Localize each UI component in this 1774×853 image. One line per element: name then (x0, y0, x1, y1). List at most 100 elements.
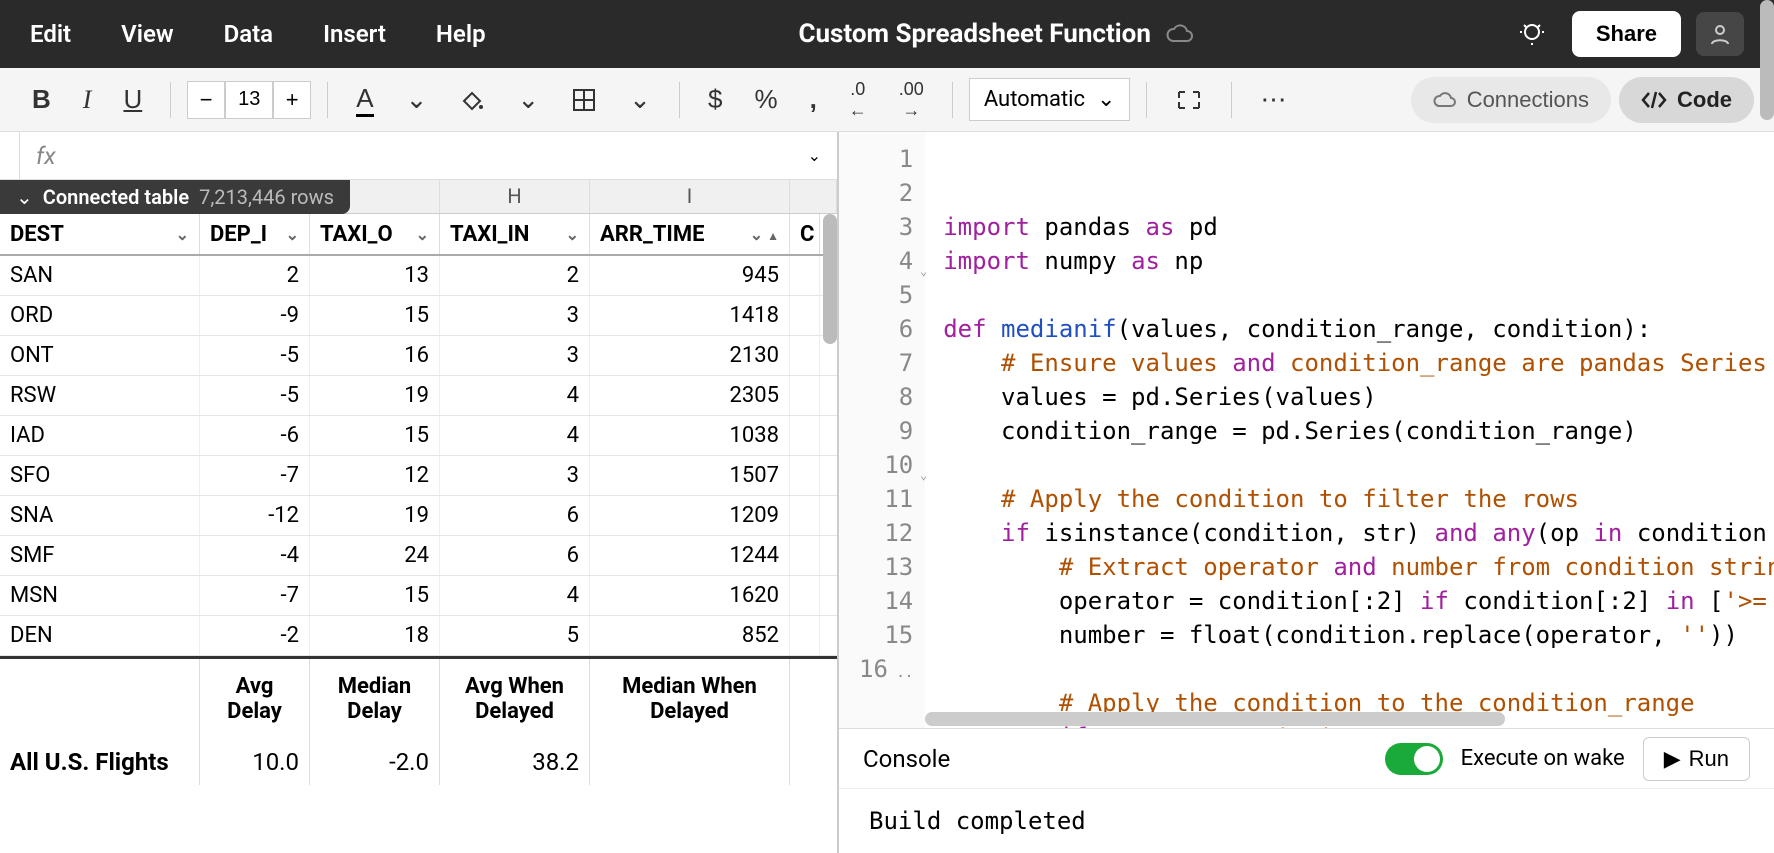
cell-taxi-out[interactable]: 19 (310, 376, 440, 415)
share-button[interactable]: Share (1572, 11, 1681, 57)
cell-dep[interactable]: -9 (200, 296, 310, 335)
cell-dest[interactable]: ORD (0, 296, 200, 335)
table-row[interactable]: SNA-121961209 (0, 496, 837, 536)
horizontal-scrollbar[interactable] (925, 712, 1505, 726)
table-row[interactable]: RSW-51942305 (0, 376, 837, 416)
cell-dep[interactable]: -5 (200, 336, 310, 375)
cell-dest[interactable]: MSN (0, 576, 200, 615)
table-row[interactable]: SMF-42461244 (0, 536, 837, 576)
table-row[interactable]: DEN-2185852 (0, 616, 837, 656)
more-options-button[interactable]: ⋯ (1248, 78, 1298, 121)
code-line[interactable] (943, 652, 1756, 686)
cell-taxi-in[interactable]: 2 (440, 256, 590, 295)
menu-view[interactable]: View (121, 20, 173, 48)
col-header-overflow[interactable]: C (790, 214, 820, 254)
cell-taxi-out[interactable]: 12 (310, 456, 440, 495)
cell-overflow[interactable] (790, 456, 820, 495)
data-table[interactable]: DEST⌄ DEP_I⌄ TAXI_O⌄ TAXI_IN⌄ ARR_TIME⌄ … (0, 214, 837, 853)
table-row[interactable]: MSN-71541620 (0, 576, 837, 616)
cell-taxi-in[interactable]: 6 (440, 536, 590, 575)
cell-arr-time[interactable]: 1038 (590, 416, 790, 455)
cell-dest[interactable]: DEN (0, 616, 200, 655)
document-title[interactable]: Custom Spreadsheet Function (798, 19, 1150, 49)
code-line[interactable] (943, 278, 1756, 312)
vertical-scrollbar[interactable] (823, 214, 837, 344)
cell-overflow[interactable] (790, 536, 820, 575)
cell-arr-time[interactable]: 1620 (590, 576, 790, 615)
cell-dep[interactable]: -4 (200, 536, 310, 575)
cell-taxi-in[interactable]: 6 (440, 496, 590, 535)
expand-button[interactable] (1163, 82, 1215, 118)
cell-dep[interactable]: -7 (200, 576, 310, 615)
borders-button[interactable] (559, 81, 609, 119)
cell-taxi-in[interactable]: 4 (440, 416, 590, 455)
underline-button[interactable]: U (111, 78, 154, 121)
fill-color-dropdown-icon[interactable]: ⌄ (505, 78, 551, 121)
col-header-arr-time[interactable]: ARR_TIME⌄ ▲ (590, 214, 790, 254)
formula-input[interactable] (72, 144, 792, 167)
font-size-input[interactable] (225, 81, 273, 119)
cell-overflow[interactable] (790, 336, 820, 375)
code-line[interactable] (943, 448, 1756, 482)
cell-arr-time[interactable]: 945 (590, 256, 790, 295)
col-header-taxi-out[interactable]: TAXI_O⌄ (310, 214, 440, 254)
menu-data[interactable]: Data (224, 20, 273, 48)
code-panel-button[interactable]: Code (1619, 77, 1754, 123)
cell-taxi-in[interactable]: 4 (440, 576, 590, 615)
formula-bar-handle[interactable] (0, 132, 20, 179)
cell-taxi-in[interactable]: 3 (440, 296, 590, 335)
cell-overflow[interactable] (790, 576, 820, 615)
cell-dest[interactable]: ONT (0, 336, 200, 375)
table-row[interactable]: ONT-51632130 (0, 336, 837, 376)
decrease-decimal-button[interactable]: .0← (837, 73, 879, 127)
cell-taxi-out[interactable]: 15 (310, 576, 440, 615)
code-line[interactable]: number = float(condition.replace(operato… (943, 618, 1756, 652)
borders-dropdown-icon[interactable]: ⌄ (617, 78, 663, 121)
cell-taxi-out[interactable]: 24 (310, 536, 440, 575)
user-menu-button[interactable] (1696, 12, 1744, 56)
cell-dest[interactable]: RSW (0, 376, 200, 415)
connections-button[interactable]: Connections (1411, 77, 1611, 123)
table-row[interactable]: SAN2132945 (0, 256, 837, 296)
table-row[interactable]: SFO-71231507 (0, 456, 837, 496)
cell-arr-time[interactable]: 852 (590, 616, 790, 655)
formula-dropdown-icon[interactable]: ⌄ (792, 146, 837, 165)
cell-taxi-out[interactable]: 19 (310, 496, 440, 535)
font-size-decrease[interactable]: − (187, 81, 225, 119)
cell-arr-time[interactable]: 1244 (590, 536, 790, 575)
cell-taxi-in[interactable]: 3 (440, 456, 590, 495)
cell-arr-time[interactable]: 1507 (590, 456, 790, 495)
currency-format-button[interactable]: $ (696, 78, 734, 121)
cell-taxi-out[interactable]: 13 (310, 256, 440, 295)
col-header-dest[interactable]: DEST⌄ (0, 214, 200, 254)
cell-overflow[interactable] (790, 256, 820, 295)
lightbulb-icon[interactable] (1507, 15, 1557, 53)
code-editor[interactable]: 1234⌄5678910⌄111213141516 .. import pand… (839, 132, 1774, 729)
table-row[interactable]: IAD-61541038 (0, 416, 837, 456)
cell-taxi-in[interactable]: 4 (440, 376, 590, 415)
increase-decimal-button[interactable]: .00→ (887, 73, 936, 127)
cell-overflow[interactable] (790, 416, 820, 455)
cell-taxi-out[interactable]: 16 (310, 336, 440, 375)
percent-format-button[interactable]: % (742, 78, 789, 121)
cell-taxi-out[interactable]: 15 (310, 416, 440, 455)
cell-arr-time[interactable]: 2305 (590, 376, 790, 415)
code-line[interactable]: # Ensure values and condition_range are … (943, 346, 1756, 380)
menu-help[interactable]: Help (436, 20, 486, 48)
cell-dep[interactable]: -7 (200, 456, 310, 495)
table-row[interactable]: ORD-91531418 (0, 296, 837, 336)
cell-overflow[interactable] (790, 296, 820, 335)
cell-dep[interactable]: -6 (200, 416, 310, 455)
column-header-i[interactable]: I (590, 180, 790, 213)
code-line[interactable]: # Extract operator and number from condi… (943, 550, 1756, 584)
cell-overflow[interactable] (790, 376, 820, 415)
cell-taxi-in[interactable]: 5 (440, 616, 590, 655)
code-line[interactable]: import pandas as pd (943, 210, 1756, 244)
col-header-dep[interactable]: DEP_I⌄ (200, 214, 310, 254)
cell-dep[interactable]: -5 (200, 376, 310, 415)
bold-button[interactable]: B (20, 78, 63, 121)
code-line[interactable]: condition_range = pd.Series(condition_ra… (943, 414, 1756, 448)
cell-dest[interactable]: SNA (0, 496, 200, 535)
number-format-dropdown[interactable]: Automatic ⌄ (969, 78, 1131, 121)
code-line[interactable]: if isinstance(condition, str) and any(op… (943, 516, 1756, 550)
